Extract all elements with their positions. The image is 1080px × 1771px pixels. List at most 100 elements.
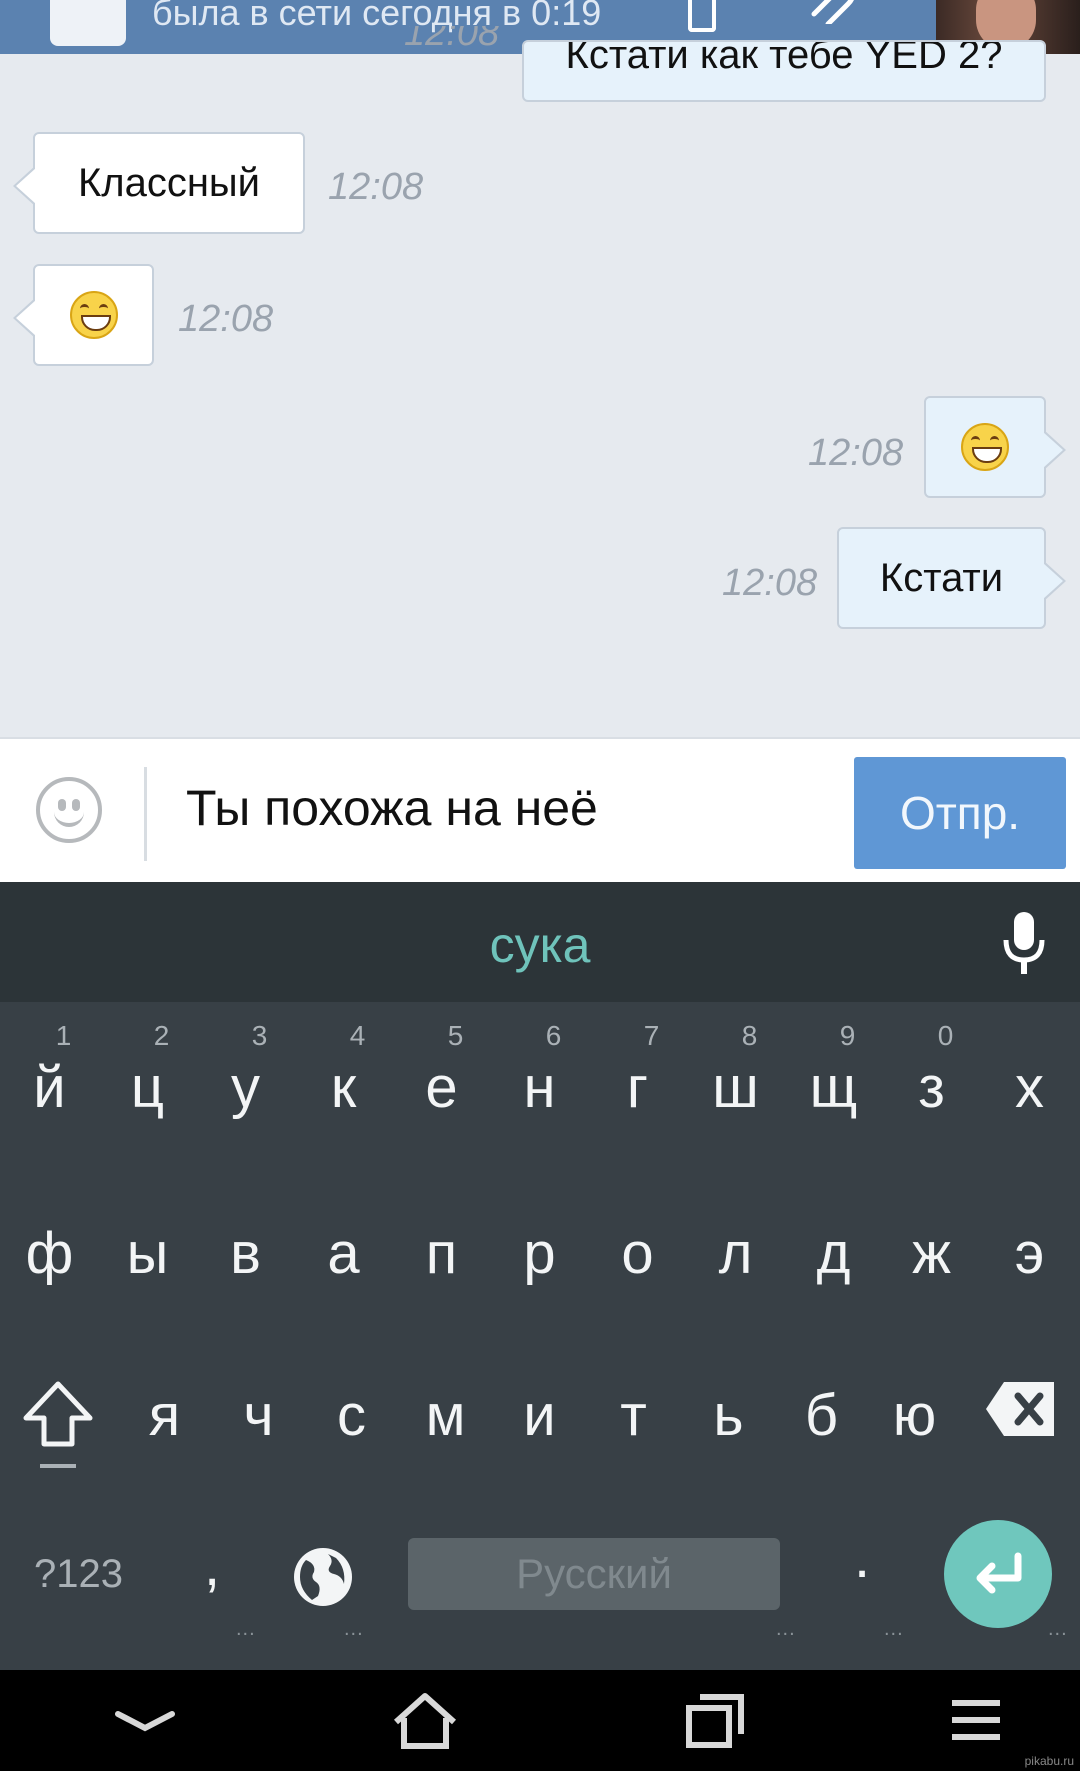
grinning-face-emoji — [961, 423, 1009, 471]
home-icon[interactable] — [392, 1692, 458, 1750]
key[interactable]: 6н — [491, 1002, 588, 1122]
key[interactable]: а — [295, 1190, 392, 1310]
key[interactable]: л — [687, 1190, 784, 1310]
key-label: б — [804, 1383, 839, 1448]
microphone-icon[interactable] — [1002, 912, 1046, 976]
attach-icon[interactable] — [810, 0, 854, 24]
symbols-key[interactable]: ?123 — [34, 1552, 123, 1597]
key-label: м — [425, 1383, 466, 1448]
enter-key[interactable] — [944, 1520, 1052, 1628]
enter-icon — [976, 1552, 1022, 1594]
key[interactable]: т — [585, 1352, 682, 1472]
emoji-picker-icon[interactable] — [36, 777, 102, 843]
on-screen-keyboard: 1й2ц3у4к5е6н7г8ш9щ0зх фывапролджэ ячсмит… — [0, 1002, 1080, 1670]
key[interactable]: б — [773, 1352, 870, 1472]
key-label: д — [816, 1221, 851, 1286]
key[interactable]: в — [197, 1190, 294, 1310]
message-bubble-outgoing[interactable]: Кстати — [837, 527, 1066, 629]
key[interactable]: х — [981, 1002, 1078, 1122]
message-time: 12:08 — [722, 562, 818, 604]
key-label: г — [626, 1055, 649, 1120]
message-bubble-outgoing[interactable] — [924, 396, 1066, 498]
key[interactable]: п — [393, 1190, 490, 1310]
grinning-face-emoji — [69, 291, 118, 339]
key-label: и — [523, 1383, 556, 1448]
key-label: о — [621, 1221, 654, 1286]
message-time: 12:08 — [328, 166, 424, 208]
key[interactable]: э — [981, 1190, 1078, 1310]
key-label: з — [918, 1055, 945, 1120]
key[interactable]: 5е — [393, 1002, 490, 1122]
key-label: й — [33, 1055, 66, 1120]
key[interactable]: 4к — [295, 1002, 392, 1122]
comma-key[interactable]: , — [204, 1532, 220, 1599]
message-text: Классный — [77, 160, 261, 205]
word-suggestion[interactable]: сука — [0, 916, 1080, 974]
key-label: н — [523, 1055, 556, 1120]
key[interactable]: ж — [883, 1190, 980, 1310]
backspace-icon[interactable] — [984, 1380, 1056, 1438]
mobile-icon — [688, 0, 716, 32]
key[interactable]: 3у — [197, 1002, 294, 1122]
key[interactable]: 2ц — [99, 1002, 196, 1122]
menu-icon[interactable] — [952, 1698, 1000, 1742]
key-more-indicator: ... — [884, 1618, 904, 1640]
key-label: а — [327, 1221, 360, 1286]
key[interactable]: ю — [866, 1352, 963, 1472]
app-logo[interactable] — [50, 0, 126, 46]
key[interactable]: ч — [210, 1352, 307, 1472]
key[interactable]: д — [785, 1190, 882, 1310]
key[interactable]: с — [303, 1352, 400, 1472]
key[interactable]: 0з — [883, 1002, 980, 1122]
key-hint: 0 — [937, 1020, 954, 1051]
key-hint: 2 — [153, 1020, 170, 1051]
key[interactable]: и — [491, 1352, 588, 1472]
key-hint: 5 — [447, 1020, 464, 1051]
message-text: Кстати — [879, 555, 1004, 600]
key[interactable]: ы — [99, 1190, 196, 1310]
key[interactable]: р — [491, 1190, 588, 1310]
key-label: р — [523, 1221, 556, 1286]
key-hint: 6 — [545, 1020, 562, 1051]
key-hint: 9 — [839, 1020, 856, 1051]
key-label: ш — [712, 1055, 759, 1120]
divider — [144, 767, 147, 861]
shift-indicator — [40, 1464, 76, 1468]
period-key[interactable]: . — [854, 1524, 870, 1591]
key[interactable]: ф — [1, 1190, 98, 1310]
key-more-indicator: ... — [236, 1618, 256, 1640]
key-label: л — [718, 1221, 753, 1286]
globe-icon[interactable] — [292, 1546, 354, 1608]
key[interactable]: я — [116, 1352, 213, 1472]
hide-keyboard-icon[interactable] — [114, 1710, 176, 1734]
key[interactable]: 9щ — [785, 1002, 882, 1122]
key[interactable]: ь — [680, 1352, 777, 1472]
key-hint: 8 — [741, 1020, 758, 1051]
message-bubble-outgoing[interactable]: Кстати как тебе YED 2? — [522, 40, 1046, 102]
key-hint: 3 — [251, 1020, 268, 1051]
key-label: щ — [809, 1055, 858, 1120]
key[interactable]: 1й — [1, 1002, 98, 1122]
key-label: к — [330, 1055, 357, 1120]
key-label: у — [231, 1055, 260, 1120]
key[interactable]: м — [397, 1352, 494, 1472]
suggestion-bar: сука — [0, 882, 1080, 1002]
key[interactable]: 7г — [589, 1002, 686, 1122]
key-label: ж — [912, 1221, 951, 1286]
key-hint: 1 — [55, 1020, 72, 1051]
recent-apps-icon[interactable] — [686, 1694, 744, 1748]
message-input[interactable]: Ты похожа на неё — [186, 779, 598, 837]
key-label: ю — [892, 1383, 937, 1448]
message-bubble-incoming[interactable]: Классный — [13, 132, 305, 234]
key-more-indicator: ... — [776, 1618, 796, 1640]
space-key[interactable]: Русский — [408, 1538, 780, 1610]
key-label: т — [620, 1383, 647, 1448]
contact-status: была в сети сегодня в 0:19 — [152, 0, 602, 33]
send-button[interactable]: Отпр. — [854, 757, 1066, 869]
message-time: 12:08 — [404, 26, 500, 54]
key[interactable]: о — [589, 1190, 686, 1310]
key-label: ч — [243, 1383, 274, 1448]
key-label: ц — [130, 1055, 165, 1120]
key[interactable]: 8ш — [687, 1002, 784, 1122]
message-bubble-incoming[interactable] — [13, 264, 154, 366]
